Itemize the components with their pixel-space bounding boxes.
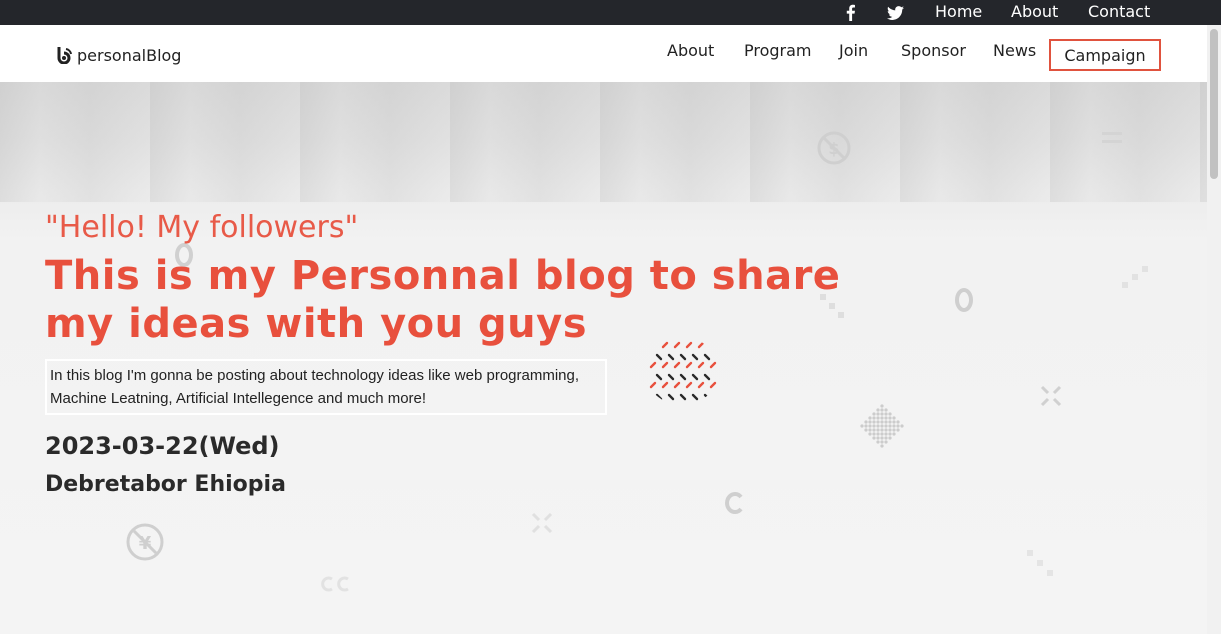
headline-line-2: my ideas with you guys [45,301,588,347]
description-line-1: In this blog I'm gonna be posting about … [50,367,580,384]
nav-item-news[interactable]: News [993,41,1036,61]
hero-greeting: "Hello! My followers" [45,210,359,245]
diagonal-blocks-icon [1122,266,1148,288]
headline-line-1: This is my Personnal blog to share [45,253,841,299]
no-dollar-icon: $ [817,131,851,165]
top-link-about[interactable]: About [1011,3,1058,21]
campaign-button[interactable]: Campaign [1049,39,1161,71]
arrows-icon-2 [531,512,553,534]
zero-icon-2 [955,288,973,312]
top-link-contact[interactable]: Contact [1088,3,1150,21]
dotted-diamond-icon [860,404,904,448]
description-line-2: Machine Leatning, Artificial Intellegenc… [50,390,427,407]
svg-text:¥: ¥ [139,533,152,554]
campaign-label: Campaign [1064,46,1146,65]
hero-description: In this blog I'm gonna be posting about … [45,359,607,415]
nav-item-program[interactable]: Program [744,41,812,61]
blog-logo-icon [57,47,72,64]
cent-icon [725,492,743,514]
event-date: 2023-03-22(Wed) [45,432,280,460]
top-link-home[interactable]: Home [935,3,982,21]
hero-headline: This is my Personnal blog to share my id… [45,252,865,348]
arrows-icon [1040,385,1062,407]
hero-section: $ ¥ "Hello! My followers" This is my Per… [0,82,1207,634]
top-bar: Home About Contact [0,0,1221,25]
twitter-icon[interactable] [887,4,904,21]
nav-item-about[interactable]: About [667,41,714,61]
diagonal-blocks-icon-3 [1027,550,1053,576]
svg-text:$: $ [828,139,839,158]
scrollbar-thumb[interactable] [1210,29,1218,179]
hero-background-photo [0,82,1207,202]
double-c-icon [321,576,349,592]
page-scrollbar[interactable] [1207,25,1221,634]
facebook-icon[interactable] [842,4,859,21]
nav-item-join[interactable]: Join [839,41,868,61]
main-navbar: personalBlog About Program Join Sponsor … [0,25,1207,82]
site-logo[interactable]: personalBlog [56,45,181,65]
nav-item-sponsor[interactable]: Sponsor [901,41,966,61]
logo-text: personalBlog [77,45,182,65]
equals-icon [1102,132,1122,143]
no-yen-icon: ¥ [126,523,164,561]
event-location: Debretabor Ehiopia [45,472,286,497]
